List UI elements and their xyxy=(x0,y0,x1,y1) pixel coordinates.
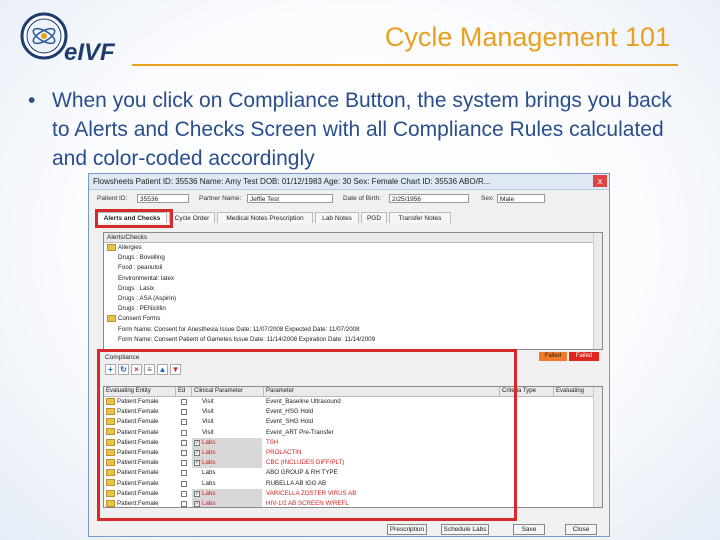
alert-item[interactable]: Drugs : Lasix xyxy=(104,284,602,294)
folder-icon xyxy=(107,315,116,323)
dob-field[interactable]: 2/25/1956 xyxy=(389,194,469,203)
alerts-checks-tree: Alerts/Checks Allergies Drugs : Bovelling… xyxy=(103,232,603,350)
alert-item[interactable]: Form Name: Consent for Anesthesia Issue … xyxy=(104,325,602,335)
alert-item-text: Food : peanutoil xyxy=(118,264,163,272)
alert-item[interactable]: Allergies xyxy=(104,243,602,253)
tab-highlight-box xyxy=(95,209,173,228)
alerts-list: Allergies Drugs : Bovelling Food : peanuto… xyxy=(104,243,602,345)
prescription-button[interactable]: Prescription xyxy=(387,524,427,535)
dob-label: Date of Birth: xyxy=(343,195,381,202)
alert-item[interactable]: Environmental: latex xyxy=(104,274,602,284)
svg-text:eIVF: eIVF xyxy=(64,39,116,66)
alert-item[interactable]: Drugs : ASA (Aspirin) xyxy=(104,294,602,304)
col-evaluating[interactable]: Evaluating xyxy=(554,387,596,396)
alert-item-text: Consent Forms xyxy=(118,315,161,323)
alert-item-text: Drugs : Lasix xyxy=(118,284,155,292)
alert-item[interactable]: Drugs : PENicillin xyxy=(104,304,602,314)
partner-name-label: Partner Name: xyxy=(199,195,242,202)
status-orange-badge: Failed xyxy=(539,352,567,361)
alert-item[interactable]: Consent Forms xyxy=(104,314,602,324)
alert-item-text: Form Name: Consent for Anesthesia Issue … xyxy=(118,325,360,333)
patient-id-field[interactable]: 35536 xyxy=(137,194,189,203)
alert-item[interactable]: Form Name: Consent Patient of Gametes Is… xyxy=(104,335,602,345)
bullet-text: When you click on Compliance Button, the… xyxy=(52,89,672,170)
alert-item-text: Allergies xyxy=(118,244,142,251)
eivf-logo: eIVF xyxy=(20,12,116,66)
patient-info-row: Patient ID: 35536 Partner Name: Jeffie T… xyxy=(89,193,609,205)
alert-item-text: Form Name: Consent Patient of Gametes Is… xyxy=(118,335,376,343)
grid-scrollbar[interactable] xyxy=(593,387,602,507)
alert-item-text: Drugs : ASA (Aspirin) xyxy=(118,294,177,302)
window-title: Flowsheets Patient ID: 35536 Name: Amy T… xyxy=(93,177,491,186)
alerts-scrollbar[interactable] xyxy=(593,233,602,349)
alert-item[interactable]: Food : peanutoil xyxy=(104,263,602,273)
schedule-labs-button[interactable]: Schedule Labs xyxy=(441,524,489,535)
sex-label: Sex: xyxy=(481,195,495,202)
patient-id-label: Patient ID: xyxy=(97,195,128,202)
title-divider xyxy=(132,64,678,66)
slide-title: Cycle Management 101 xyxy=(384,22,670,52)
alerts-header: Alerts/Checks xyxy=(104,233,602,243)
alert-item-text: Environmental: latex xyxy=(118,274,175,282)
alert-item-text: Drugs : PENicillin xyxy=(118,305,166,313)
bullet-icon: • xyxy=(28,89,36,112)
alert-item[interactable]: Drugs : Bovelling xyxy=(104,253,602,263)
sex-field[interactable]: Male xyxy=(497,194,545,203)
alert-item-text: Drugs : Bovelling xyxy=(118,254,165,262)
tab-bar: Alerts and Checks Cycle Order Medical No… xyxy=(97,212,607,224)
flowsheets-window: Flowsheets Patient ID: 35536 Name: Amy T… xyxy=(88,173,610,537)
tab-cycle-order[interactable]: Cycle Order xyxy=(169,212,215,223)
folder-icon xyxy=(107,243,116,251)
bullet-point: • When you click on Compliance Button, t… xyxy=(28,86,688,173)
status-red-badge: Failed xyxy=(569,352,599,361)
compliance-highlight-box xyxy=(97,349,517,521)
tab-lab-notes[interactable]: Lab Notes xyxy=(315,212,359,223)
tab-pgd[interactable]: PGD xyxy=(361,212,387,223)
tab-transfer-notes[interactable]: Transfer Notes xyxy=(389,212,451,223)
tab-medical-notes-prescription[interactable]: Medical Notes Prescription xyxy=(217,212,313,223)
save-button[interactable]: Save xyxy=(513,524,545,535)
close-button[interactable]: Close xyxy=(565,524,597,535)
window-titlebar: Flowsheets Patient ID: 35536 Name: Amy T… xyxy=(89,174,609,190)
close-icon[interactable]: x xyxy=(593,175,607,187)
partner-name-field[interactable]: Jeffie Test xyxy=(247,194,333,203)
